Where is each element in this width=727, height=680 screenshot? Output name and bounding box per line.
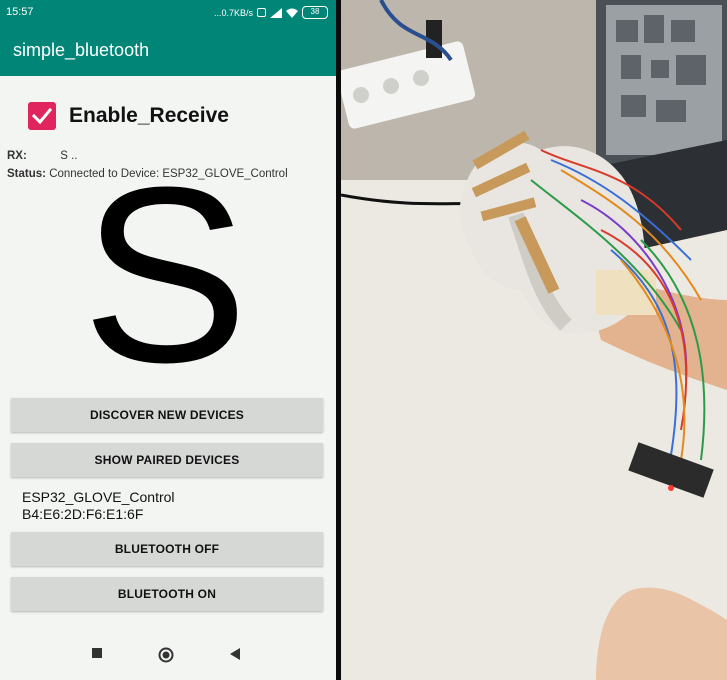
paired-device-item[interactable]: ESP32_GLOVE_Control B4:E6:2D:F6:E1:6F: [22, 489, 175, 523]
battery-icon: 38: [302, 6, 328, 19]
bluetooth-off-button[interactable]: BLUETOOTH OFF: [11, 532, 323, 566]
bluetooth-on-button[interactable]: BLUETOOTH ON: [11, 577, 323, 611]
enable-receive-label: Enable_Receive: [69, 104, 229, 127]
discover-devices-button[interactable]: DISCOVER NEW DEVICES: [11, 398, 323, 432]
glove-photo: [341, 0, 727, 680]
circle-icon[interactable]: [158, 647, 174, 663]
triangle-back-icon[interactable]: [229, 647, 241, 661]
checkmark-icon: [31, 107, 53, 125]
received-character-display: S: [81, 135, 249, 414]
device-name: ESP32_GLOVE_Control: [22, 489, 175, 505]
glove-scene-illustration: [341, 0, 727, 680]
navigation-bar: [0, 632, 336, 680]
app-title: simple_bluetooth: [13, 40, 150, 60]
rx-value: S ..: [60, 150, 78, 162]
status-bar: 15:57 ...0.7KB/s 38: [0, 0, 336, 26]
alarm-icon: [257, 8, 266, 17]
rx-row: RX: S ..: [7, 150, 77, 162]
status-time: 15:57: [6, 6, 34, 18]
status-label: Status:: [7, 168, 46, 180]
show-paired-devices-button[interactable]: SHOW PAIRED DEVICES: [11, 443, 323, 477]
device-address: B4:E6:2D:F6:E1:6F: [22, 506, 144, 522]
signal-icon: [270, 7, 282, 18]
enable-receive-row[interactable]: Enable_Receive: [28, 102, 229, 130]
status-indicators: ...0.7KB/s 38: [214, 6, 328, 19]
network-speed: ...0.7KB/s: [213, 7, 253, 18]
square-icon[interactable]: [91, 647, 103, 659]
wifi-icon: [286, 8, 298, 18]
phone-screen: 15:57 ...0.7KB/s 38 simple_bluetooth Ena…: [0, 0, 336, 680]
app-bar: simple_bluetooth: [0, 26, 336, 76]
enable-receive-checkbox[interactable]: [28, 102, 56, 130]
rx-label: RX:: [7, 150, 27, 162]
